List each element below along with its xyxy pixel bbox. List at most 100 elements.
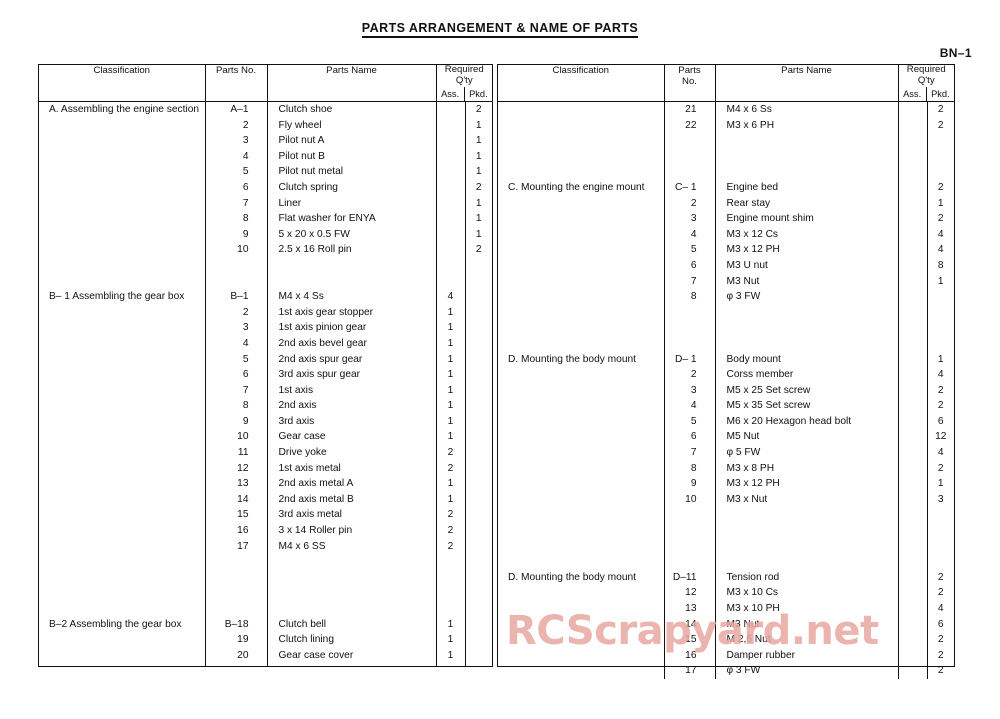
table-cell-qty-pkd: 4 xyxy=(937,369,944,381)
table-cell-parts-name: Gear case cover xyxy=(278,649,354,661)
table-row-spacer xyxy=(206,258,267,274)
table-row-spacer xyxy=(437,585,465,601)
table-cell-qty-ass xyxy=(437,180,465,196)
table-row-spacer xyxy=(899,149,927,165)
table-cell-parts-name: 2nd axis metal A xyxy=(278,478,354,490)
table-cell-qty-pkd: 2 xyxy=(937,587,944,599)
table-cell-qty-ass xyxy=(899,601,927,617)
classification-column: A. Assembling the engine section B– 1 Ass… xyxy=(39,101,206,666)
column-header-parts-name: Parts Name xyxy=(715,65,899,102)
table-cell-parts-name: M3 x 10 Cs xyxy=(726,587,779,599)
table-cell-qty-ass: 1 xyxy=(447,618,454,630)
table-row-spacer xyxy=(268,258,436,274)
table-cell-qty-pkd xyxy=(466,289,493,305)
table-cell-classification xyxy=(498,648,664,664)
table-cell-qty-pkd xyxy=(466,648,493,664)
table-row-spacer xyxy=(665,305,715,321)
table-cell-qty-pkd: 2 xyxy=(937,462,944,474)
column-header-ass: Ass. xyxy=(899,87,927,101)
table-cell-parts-name: 3 x 14 Roller pin xyxy=(278,525,353,537)
table-cell-parts-name: Tension rod xyxy=(726,571,780,583)
table-row-spacer xyxy=(665,133,715,149)
table-cell-parts-name: 5 x 20 x 0.5 FW xyxy=(278,228,350,240)
table-cell-parts-name: M 2,6 Nut xyxy=(726,634,771,646)
table-cell-classification xyxy=(39,429,205,445)
table-row-spacer xyxy=(928,133,955,149)
table-cell-qty-ass: 2 xyxy=(447,509,454,521)
table-row-spacer xyxy=(206,274,267,290)
table-cell-qty-pkd: 4 xyxy=(937,244,944,256)
table-cell-parts-name: 2nd axis metal B xyxy=(278,493,354,505)
table-cell-parts-no: 2 xyxy=(690,197,697,209)
table-cell-qty-pkd: 2 xyxy=(475,181,482,193)
table-cell-classification xyxy=(39,476,205,492)
table-cell-qty-pkd: 2 xyxy=(937,181,944,193)
table-cell-qty-ass xyxy=(899,476,927,492)
table-cell-qty-ass xyxy=(899,352,927,368)
table-cell-qty-pkd: 2 xyxy=(475,104,482,115)
table-cell-classification xyxy=(39,242,205,258)
table-row-spacer xyxy=(716,305,898,321)
table-cell-qty-pkd: 2 xyxy=(475,244,482,256)
table-cell-parts-no: 20 xyxy=(237,649,249,661)
table-cell-qty-ass xyxy=(437,242,465,258)
table-row-spacer xyxy=(716,320,898,336)
table-cell-classification xyxy=(39,523,205,539)
table-row-spacer xyxy=(665,507,715,523)
page-title-text: PARTS ARRANGEMENT & NAME OF PARTS xyxy=(361,21,639,38)
table-row-spacer xyxy=(716,149,898,165)
table-cell-parts-name: 2.5 x 16 Roll pin xyxy=(278,244,352,256)
table-cell-qty-pkd xyxy=(466,445,493,461)
table-row-spacer xyxy=(716,507,898,523)
table-row-spacer xyxy=(268,554,436,570)
column-header-classification: Classification xyxy=(498,65,665,102)
table-cell-classification: C. Mounting the engine mount xyxy=(508,181,645,193)
column-header-required-qty: Required Q'ty Ass. Pkd. xyxy=(436,65,492,102)
table-cell-parts-no: 8 xyxy=(690,291,697,303)
table-row-spacer xyxy=(39,570,205,586)
table-cell-parts-no: 7 xyxy=(690,447,697,459)
parts-table-left: Classification Parts No. Parts Name Requ… xyxy=(38,64,493,667)
table-cell-qty-pkd xyxy=(466,617,493,633)
table-cell-parts-no: 7 xyxy=(242,384,249,396)
table-cell-classification xyxy=(498,476,664,492)
table-cell-qty-ass xyxy=(899,367,927,383)
table-cell-parts-no: 6 xyxy=(690,431,697,443)
table-row-spacer xyxy=(437,258,465,274)
table-row-spacer xyxy=(206,570,267,586)
table-cell-parts-no: 2 xyxy=(690,369,697,381)
table-cell-qty-pkd xyxy=(466,632,493,648)
table-cell-qty-pkd xyxy=(466,492,493,508)
table-row-spacer xyxy=(899,554,927,570)
table-cell-qty-pkd: 1 xyxy=(937,353,944,365)
required-label: Required xyxy=(444,64,484,76)
table-row-spacer xyxy=(39,258,205,274)
table-cell-parts-no: 11 xyxy=(237,447,249,459)
table-cell-qty-ass: 1 xyxy=(447,369,454,381)
table-cell-qty-ass xyxy=(899,102,927,118)
table-cell-parts-no: 4 xyxy=(690,228,697,240)
table-cell-qty-ass xyxy=(899,118,927,134)
table-row-spacer xyxy=(899,336,927,352)
table-cell-classification xyxy=(498,585,664,601)
table-row-spacer xyxy=(268,601,436,617)
table-cell-classification xyxy=(39,352,205,368)
table-cell-classification xyxy=(39,305,205,321)
qty-label: Q'ty xyxy=(455,75,473,86)
table-cell-parts-name: Flat washer for ENYA xyxy=(278,213,376,225)
table-cell-classification xyxy=(39,414,205,430)
table-cell-parts-no: 13 xyxy=(685,603,697,614)
table-cell-qty-ass: 1 xyxy=(447,431,454,443)
table-cell-parts-name: 1st axis metal xyxy=(278,462,341,474)
table-cell-qty-ass xyxy=(437,102,465,118)
table-cell-qty-pkd: 1 xyxy=(937,197,944,209)
table-cell-classification xyxy=(498,258,664,274)
table-cell-classification xyxy=(498,461,664,477)
table-row-spacer xyxy=(928,320,955,336)
table-cell-qty-ass: 2 xyxy=(447,525,454,537)
no-label: No. xyxy=(682,76,697,88)
table-cell-classification xyxy=(39,227,205,243)
table-cell-parts-no: 22 xyxy=(685,119,697,131)
table-cell-qty-pkd: 1 xyxy=(475,197,482,209)
table-cell-parts-no: 3 xyxy=(690,384,697,396)
